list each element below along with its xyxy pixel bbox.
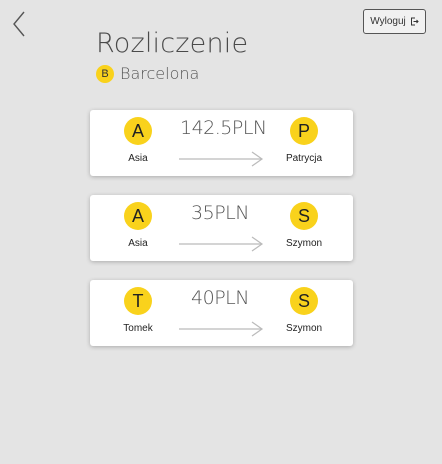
payer: A Asia [108, 202, 168, 249]
payee-name: Szymon [285, 323, 323, 334]
logout-button[interactable]: Wyloguj [363, 9, 426, 34]
payee-avatar: P [290, 117, 318, 145]
payer: A Asia [108, 117, 168, 164]
payee: P Patrycja [274, 117, 334, 164]
logout-label: Wyloguj [370, 16, 406, 27]
settlement-amount: 142.5PLN [180, 117, 267, 139]
payer: T Tomek [108, 287, 168, 334]
settlement-card: A Asia 142.5PLN P Patrycja [90, 110, 353, 176]
logout-icon [410, 17, 419, 26]
payer-avatar: T [124, 287, 152, 315]
page-title: Rozliczenie [96, 28, 249, 59]
payer-name: Asia [128, 153, 148, 164]
group-name: Barcelona [120, 64, 200, 83]
group-badge: B [96, 64, 114, 83]
settlement-amount: 40PLN [191, 287, 249, 309]
payee-name: Szymon [285, 238, 323, 249]
arrow-right-icon [179, 321, 264, 337]
payee-name: Patrycja [285, 153, 323, 164]
payee-avatar: S [290, 202, 318, 230]
settlement-card: T Tomek 40PLN S Szymon [90, 280, 353, 346]
arrow-right-icon [179, 236, 264, 252]
arrow-right-icon [179, 151, 264, 167]
settlement-amount: 35PLN [191, 202, 249, 224]
payee: S Szymon [274, 287, 334, 334]
payer-avatar: A [124, 117, 152, 145]
payer-name: Asia [128, 238, 148, 249]
payer-name: Tomek [123, 323, 153, 334]
payer-avatar: A [124, 202, 152, 230]
payee: S Szymon [274, 202, 334, 249]
settlement-card: A Asia 35PLN S Szymon [90, 195, 353, 261]
chevron-left-icon [13, 11, 25, 37]
back-button[interactable] [10, 8, 32, 40]
group-indicator: B Barcelona [96, 64, 199, 83]
payee-avatar: S [290, 287, 318, 315]
